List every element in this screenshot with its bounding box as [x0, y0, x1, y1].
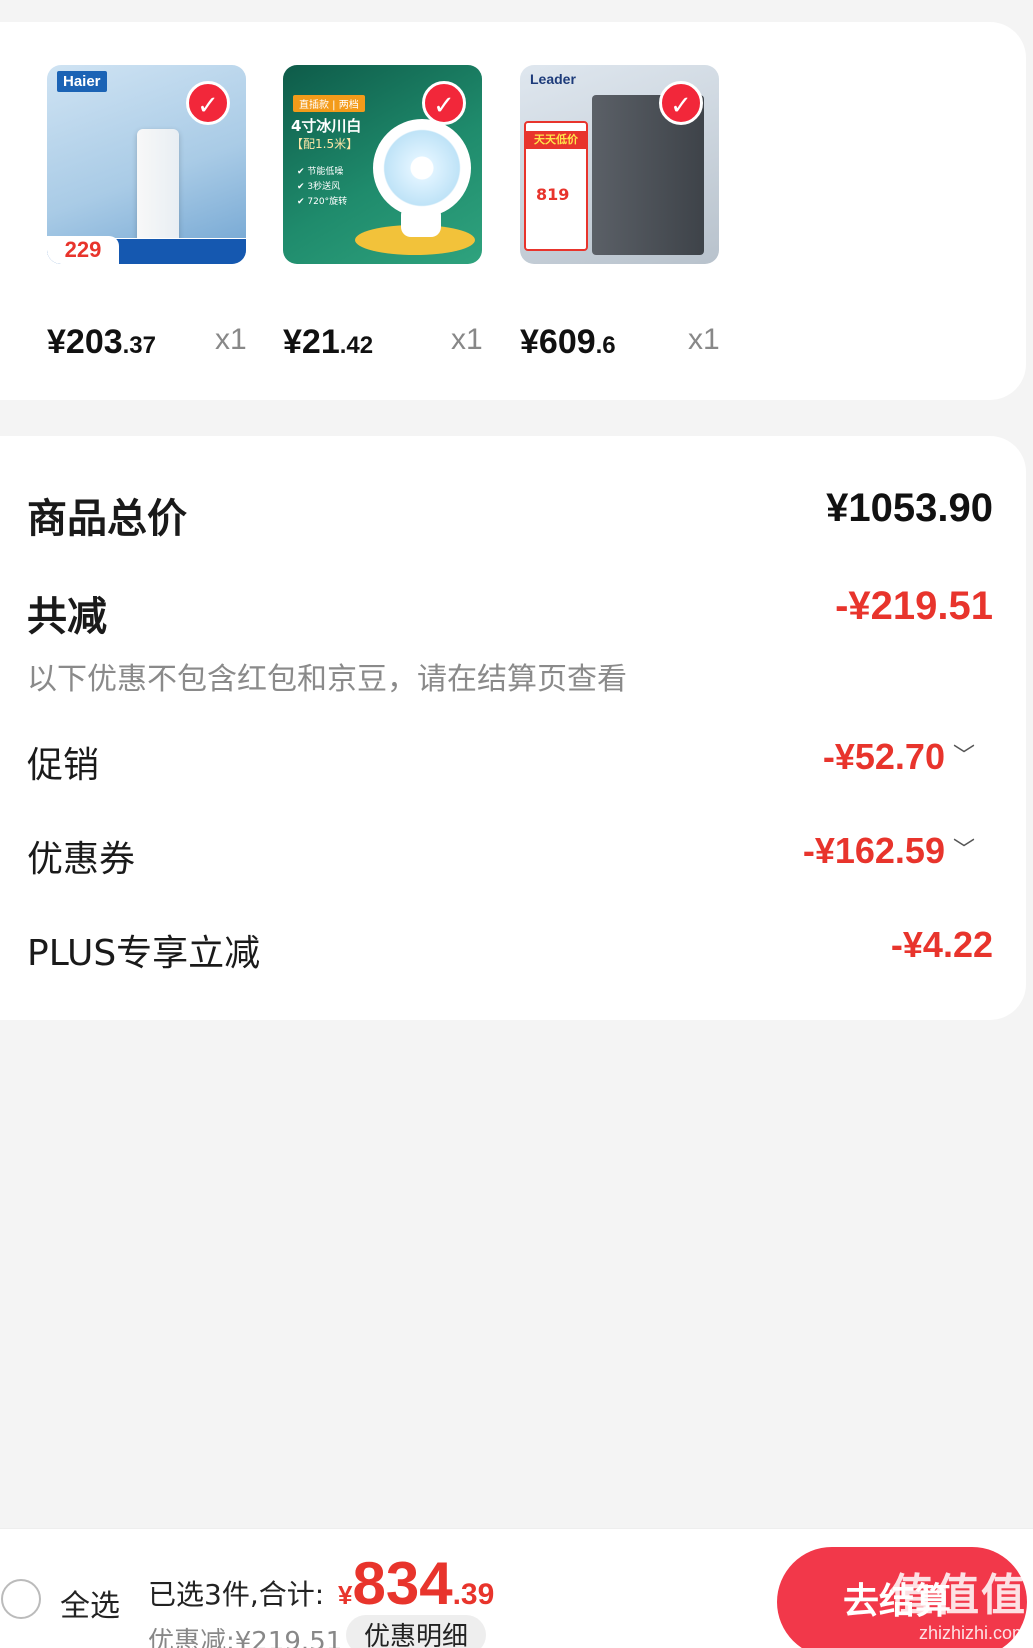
- checkout-bar: 全选 已选3件,合计: ¥834.39 优惠减:¥219.51 优惠明细 去结算…: [0, 1528, 1033, 1648]
- promotion-row[interactable]: 促销 -¥52.70 ﹀: [27, 736, 993, 796]
- coupon-value: -¥162.59 ﹀: [802, 830, 975, 871]
- discount-detail-button[interactable]: 优惠明细: [346, 1615, 487, 1648]
- price-summary-card: 商品总价 ¥1053.90 共减 -¥219.51 以下优惠不包含红包和京豆，请…: [0, 436, 1026, 1020]
- cart-page: Haier 229 ✓ ¥203.37 x1 直插款 | 两档 4寸冰川白 【配…: [0, 0, 1033, 1648]
- product-price: ¥203.37: [47, 323, 157, 361]
- promo-banner: 天天低价: [526, 131, 586, 149]
- leader-logo: Leader: [530, 71, 576, 87]
- select-all-radio[interactable]: [1, 1579, 41, 1619]
- coupon-row[interactable]: 优惠券 -¥162.59 ﹀: [27, 830, 993, 890]
- discount-note: 以下优惠不包含红包和京豆，请在结算页查看: [27, 662, 627, 697]
- total-reduce-row: 共减 -¥219.51: [27, 584, 993, 644]
- image-price-tag: 229: [47, 236, 119, 264]
- fan-head-image: [373, 119, 471, 217]
- selected-check-icon[interactable]: ✓: [659, 81, 703, 125]
- product-quantity: x1: [688, 323, 720, 356]
- product-price: ¥21.42: [283, 323, 374, 361]
- coupon-label: 优惠券: [27, 839, 136, 880]
- promotion-label: 促销: [27, 745, 100, 786]
- total-price-label: 商品总价: [27, 496, 187, 542]
- selected-count-text: 已选3件,合计:: [148, 1578, 325, 1611]
- product-thumbnail[interactable]: Leader 天天低价 819 ✓: [520, 65, 719, 264]
- product-image-subtitle: 【配1.5米】: [291, 137, 359, 151]
- total-price-value: ¥1053.90: [826, 486, 993, 530]
- product-thumbnail[interactable]: Haier 229 ✓: [47, 65, 246, 264]
- total-price-row: 商品总价 ¥1053.90: [27, 486, 993, 546]
- watermark: 值值值 zhizhizhi.com: [889, 1571, 1027, 1643]
- selected-check-icon[interactable]: ✓: [186, 81, 230, 125]
- plus-discount-value: -¥4.22: [890, 924, 993, 965]
- haier-logo: Haier: [57, 71, 107, 92]
- chevron-down-icon[interactable]: ﹀: [953, 743, 975, 768]
- promotion-value: -¥52.70 ﹀: [822, 736, 975, 777]
- total-reduce-label: 共减: [27, 594, 107, 640]
- product-badge: 直插款 | 两档: [293, 95, 365, 112]
- water-filter-image: [137, 129, 179, 245]
- chevron-down-icon[interactable]: ﹀: [953, 837, 975, 862]
- discount-amount: 优惠减:¥219.51: [148, 1627, 343, 1648]
- product-quantity: x1: [215, 323, 247, 356]
- product-quantity: x1: [451, 323, 483, 356]
- total-reduce-value: -¥219.51: [835, 584, 993, 628]
- plus-discount-row: PLUS专享立减 -¥4.22: [27, 924, 993, 984]
- plus-discount-label: PLUS专享立减: [27, 933, 261, 974]
- selected-products-card: Haier 229 ✓ ¥203.37 x1 直插款 | 两档 4寸冰川白 【配…: [0, 22, 1026, 400]
- select-all-label[interactable]: 全选: [60, 1581, 120, 1625]
- total-amount: ¥834.39: [338, 1550, 495, 1617]
- image-price-tag: 819: [536, 185, 570, 204]
- product-image-points: ✔ 节能低噪 ✔ 3秒送风 ✔ 720°旋转: [297, 167, 348, 207]
- product-image-title: 4寸冰川白: [291, 117, 362, 135]
- selected-check-icon[interactable]: ✓: [422, 81, 466, 125]
- product-thumbnail[interactable]: 直插款 | 两档 4寸冰川白 【配1.5米】 ✔ 节能低噪 ✔ 3秒送风 ✔ 7…: [283, 65, 482, 264]
- product-price: ¥609.6: [520, 323, 616, 361]
